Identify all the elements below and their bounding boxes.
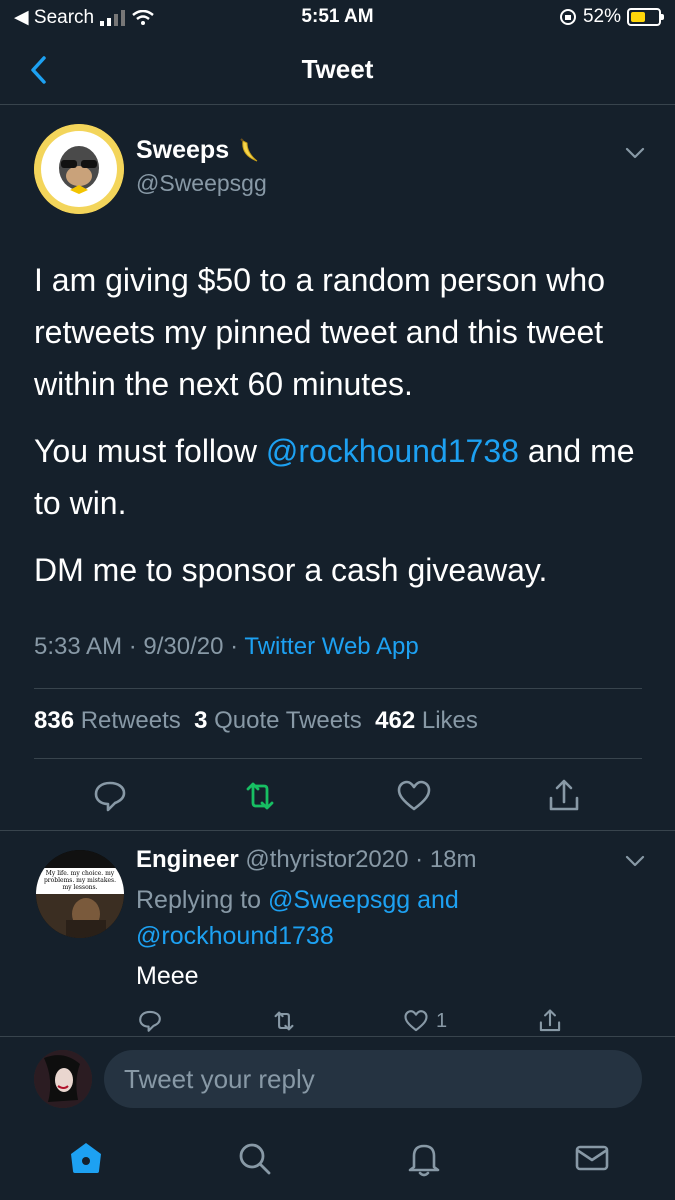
monkey-avatar-icon: [34, 124, 124, 214]
retweets-count: 836: [34, 707, 75, 734]
search-icon[interactable]: [234, 1138, 274, 1178]
share-icon: [539, 1009, 561, 1032]
quotes-stat[interactable]: 3 Quote Tweets: [194, 707, 362, 734]
replying-user-2[interactable]: @rockhound1738: [136, 922, 334, 950]
divider: [0, 830, 675, 831]
reply-header: Engineer @thyristor2020 · 18m: [136, 846, 477, 874]
battery-level-fill: [631, 12, 645, 22]
replying-to: Replying to @Sweepsgg and @rockhound1738: [136, 882, 616, 954]
tweet-paragraph-2: You must follow @rockhound1738 and me to…: [34, 425, 644, 529]
reply-icon: [139, 1010, 161, 1032]
retweets-stat[interactable]: 836 Retweets: [34, 707, 181, 734]
tweet-paragraph-3: DM me to sponsor a cash giveaway.: [34, 552, 548, 588]
likes-stat[interactable]: 462 Likes: [375, 707, 478, 734]
divider: [0, 1036, 675, 1037]
tweet-source-link[interactable]: Twitter Web App: [244, 633, 418, 660]
reply-author-handle[interactable]: @thyristor2020: [245, 846, 408, 873]
share-icon[interactable]: [544, 776, 584, 816]
reply-author-name[interactable]: Engineer: [136, 846, 239, 873]
author-name-row[interactable]: Sweeps: [136, 136, 265, 165]
reply-author-avatar[interactable]: My life. my choice. my problems. my mist…: [36, 850, 124, 938]
tweet-paragraph-1: I am giving $50 to a random person who r…: [34, 262, 605, 402]
quotes-count: 3: [194, 707, 208, 734]
banana-emoji-icon: [240, 137, 258, 161]
status-bar: ◀ Search 5:51 AM 52%: [0, 0, 675, 36]
author-handle[interactable]: @Sweepsgg: [136, 170, 267, 197]
messages-mail-icon[interactable]: [572, 1138, 612, 1178]
user-avatar-icon: [34, 1050, 92, 1108]
reply-share-action[interactable]: [536, 1006, 564, 1036]
battery-icon: [627, 8, 664, 26]
reply-reply-action[interactable]: [136, 1006, 164, 1036]
battery-percent: 52%: [582, 6, 621, 27]
home-icon[interactable]: [66, 1138, 106, 1178]
compose-placeholder: Tweet your reply: [124, 1064, 315, 1094]
like-heart-icon: [404, 1010, 428, 1032]
retweet-icon: [274, 1011, 294, 1031]
reply-icon[interactable]: [90, 776, 130, 816]
reply-like-count: 1: [436, 1009, 448, 1032]
reply-like-action[interactable]: 1: [402, 1006, 447, 1036]
author-name: Sweeps: [136, 136, 230, 164]
my-avatar[interactable]: [34, 1050, 92, 1108]
meta-separator: ·: [230, 633, 245, 660]
tweet-stats: 836 Retweets 3 Quote Tweets 462 Likes: [34, 707, 478, 735]
notifications-bell-icon[interactable]: [404, 1138, 444, 1178]
like-heart-icon[interactable]: [394, 776, 434, 816]
likes-label: Likes: [421, 707, 478, 734]
reply-separator: ·: [415, 846, 430, 873]
nav-header: Tweet: [0, 36, 675, 105]
page-title: Tweet: [301, 54, 374, 84]
likes-count: 462: [375, 707, 416, 734]
replying-prefix: Replying to: [136, 886, 269, 914]
mention-link[interactable]: @rockhound1738: [266, 433, 519, 469]
reply-retweet-action[interactable]: [270, 1006, 298, 1036]
retweets-label: Retweets: [80, 707, 181, 734]
tweet-p2-before: You must follow: [34, 433, 266, 469]
engineer-avatar-icon: [36, 850, 124, 938]
reply-time: 18m: [429, 846, 477, 873]
reply-avatar-caption: My life. my choice. my problems. my mist…: [43, 870, 117, 891]
tweet-text: I am giving $50 to a random person who r…: [34, 254, 644, 611]
tweet-date: 9/30/20: [143, 633, 224, 660]
quotes-label: Quote Tweets: [214, 707, 362, 734]
reply-menu-chevron-icon[interactable]: [624, 854, 646, 868]
retweet-icon[interactable]: [240, 776, 280, 816]
divider: [34, 688, 642, 689]
reply-text: Meee: [136, 962, 199, 990]
meta-separator: ·: [128, 633, 144, 660]
divider: [34, 758, 642, 759]
replying-user-1[interactable]: @Sweepsgg: [268, 886, 410, 914]
tweet-meta: 5:33 AM · 9/30/20 · Twitter Web App: [34, 633, 419, 661]
status-right-group: 52%: [559, 6, 664, 28]
tweet-menu-chevron-icon[interactable]: [624, 146, 646, 160]
replying-and: and: [410, 886, 459, 914]
battery-tip: [661, 14, 664, 20]
orientation-lock-icon: [559, 9, 576, 25]
tweet-time: 5:33 AM: [34, 633, 123, 660]
author-avatar[interactable]: [34, 124, 124, 214]
